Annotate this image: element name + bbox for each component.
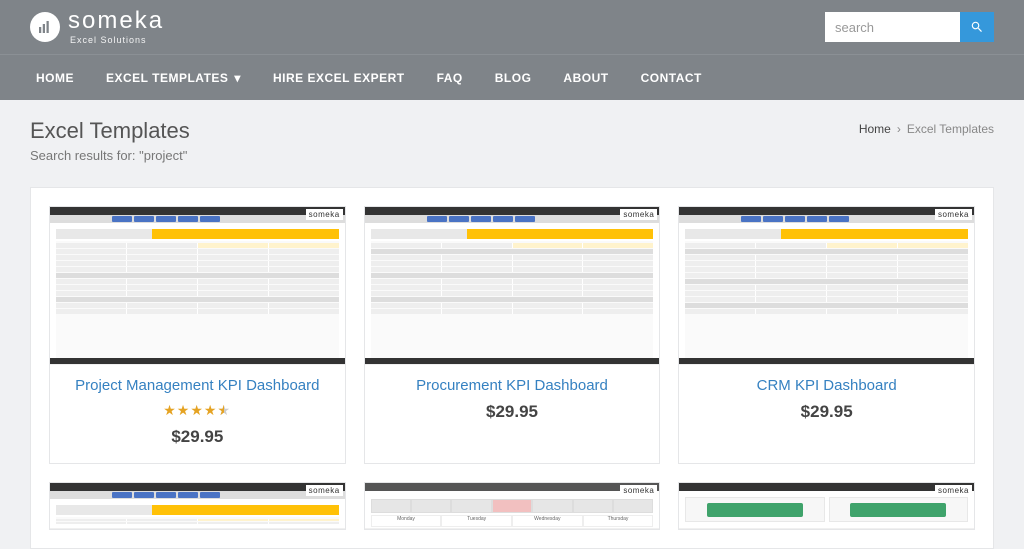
nav-excel-templates[interactable]: EXCEL TEMPLATES▾: [90, 55, 257, 101]
logo-icon: [30, 12, 60, 42]
nav-faq[interactable]: FAQ: [421, 55, 479, 101]
product-thumbnail: someka: [50, 483, 345, 529]
product-card[interactable]: someka CRM KPI Dashboard $29.95: [678, 206, 975, 464]
product-card[interactable]: someka Procurement KPI Dashboard $29.95: [364, 206, 661, 464]
nav-home[interactable]: HOME: [20, 55, 90, 101]
product-grid: someka Project Management KPI Dashboard: [30, 187, 994, 549]
product-thumbnail: someka Monday Tuesday Wednesday Thursday: [365, 483, 660, 529]
star-icon: ★: [163, 402, 176, 419]
nav-hire[interactable]: HIRE EXCEL EXPERT: [257, 55, 421, 101]
search-button[interactable]: [960, 12, 994, 42]
product-price: $29.95: [171, 427, 223, 447]
product-thumbnail: someka: [50, 207, 345, 365]
nav-about[interactable]: ABOUT: [547, 55, 624, 101]
breadcrumb: Home › Excel Templates: [859, 122, 994, 136]
product-price: $29.95: [801, 402, 853, 422]
product-thumbnail: someka: [365, 207, 660, 365]
product-title: Project Management KPI Dashboard: [75, 377, 319, 394]
star-icon: ★: [204, 402, 217, 419]
logo[interactable]: someka Excel Solutions: [30, 9, 164, 45]
main-nav: HOME EXCEL TEMPLATES▾ HIRE EXCEL EXPERT …: [0, 54, 1024, 100]
product-title: Procurement KPI Dashboard: [416, 377, 608, 394]
logo-text: someka: [68, 9, 164, 33]
product-thumbnail: someka: [679, 483, 974, 529]
rating-stars: ★ ★ ★ ★ ★★: [163, 402, 231, 419]
search-results-label: Search results for: "project": [30, 148, 190, 163]
product-title: CRM KPI Dashboard: [757, 377, 897, 394]
breadcrumb-home[interactable]: Home: [859, 122, 891, 136]
page-title: Excel Templates: [30, 118, 190, 144]
search-icon: [970, 20, 984, 34]
header: someka Excel Solutions: [0, 0, 1024, 54]
star-half-icon: ★★: [217, 402, 231, 419]
page-header-region: Excel Templates Search results for: "pro…: [0, 100, 1024, 187]
product-thumbnail: someka: [679, 207, 974, 365]
search-input[interactable]: [825, 12, 960, 42]
chevron-right-icon: ›: [897, 122, 901, 136]
logo-subtext: Excel Solutions: [70, 35, 164, 45]
star-icon: ★: [190, 402, 203, 419]
product-price: $29.95: [486, 402, 538, 422]
product-card[interactable]: someka: [678, 482, 975, 530]
product-card[interactable]: someka Monday Tuesday Wednesday Thursday: [364, 482, 661, 530]
star-icon: ★: [177, 402, 190, 419]
chevron-down-icon: ▾: [234, 71, 241, 85]
nav-blog[interactable]: BLOG: [479, 55, 548, 101]
search-form: [825, 12, 994, 42]
product-card[interactable]: someka: [49, 482, 346, 530]
product-card[interactable]: someka Project Management KPI Dashboard: [49, 206, 346, 464]
nav-contact[interactable]: CONTACT: [625, 55, 718, 101]
breadcrumb-current: Excel Templates: [907, 122, 994, 136]
